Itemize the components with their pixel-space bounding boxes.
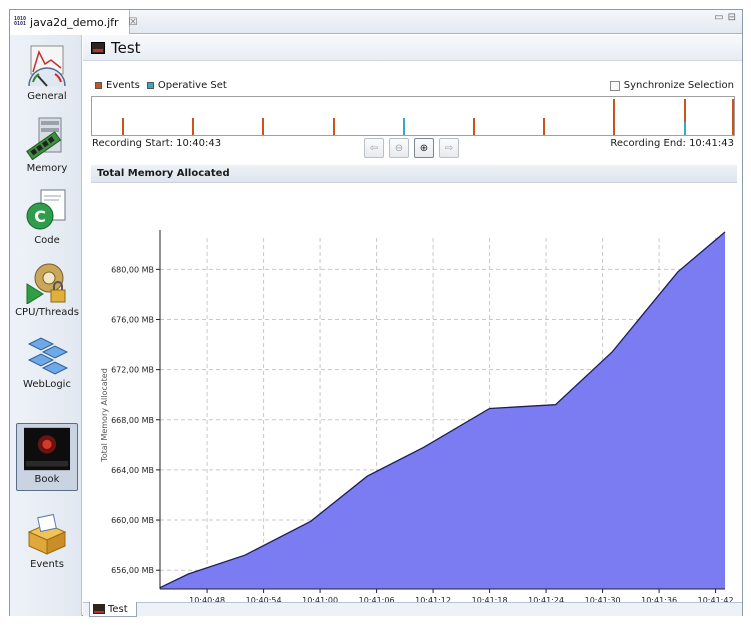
event-marker — [262, 117, 265, 135]
tab-test[interactable]: Test — [89, 602, 137, 617]
memory-area — [160, 232, 725, 589]
book-icon — [91, 41, 105, 54]
y-tick-label: 656,00 MB — [111, 566, 154, 575]
event-timeline[interactable] — [91, 96, 735, 136]
y-tick-label: 680,00 MB — [111, 265, 154, 274]
memory-module-icon — [24, 115, 70, 161]
sidebar-item-memory[interactable]: Memory — [16, 113, 78, 181]
binary-file-icon: 1010 0101 — [14, 16, 27, 27]
y-tick-label: 664,00 MB — [111, 466, 154, 475]
editor-tab-java2d-demo[interactable]: 1010 0101 java2d_demo.jfr ☒ — [10, 10, 138, 34]
x-axis-ticks: 10:40:48 10:40:54 10:41:00 10:41:06 10:41:12… — [189, 589, 734, 603]
zoom-out-button[interactable]: ⊖ — [389, 138, 409, 158]
sidebar-item-code[interactable]: C Code — [16, 185, 78, 253]
page-title: Test — [111, 38, 141, 57]
y-tick-label: 672,00 MB — [111, 366, 154, 375]
checkbox-icon[interactable] — [609, 80, 620, 91]
recording-start-label: Recording Start: 10:40:43 — [92, 138, 222, 149]
event-marker — [543, 117, 546, 135]
zoom-in-button[interactable]: ⊕ — [414, 138, 434, 158]
close-icon[interactable]: ☒ — [129, 17, 138, 28]
sidebar-item-label: CPU/Threads — [15, 307, 79, 318]
editor-tab-label: java2d_demo.jfr — [30, 15, 119, 29]
maximize-icon[interactable]: ⊟ — [728, 12, 736, 23]
event-marker — [192, 117, 195, 135]
svg-text:C: C — [34, 207, 46, 226]
sidebar-item-label: WebLogic — [23, 379, 71, 390]
sidebar-item-weblogic[interactable]: WebLogic — [16, 329, 78, 397]
book-cover-icon — [24, 426, 70, 472]
event-marker — [473, 117, 476, 135]
sidebar-item-label: General — [27, 91, 67, 102]
page-title-bar: Test — [83, 35, 742, 61]
sidebar-item-book[interactable]: Book — [16, 423, 78, 491]
cpu-gear-lock-icon — [24, 259, 70, 305]
tab-test-label: Test — [108, 603, 128, 615]
editor-window: 10100101 java2d_demo.jfr ☒ ▭ ⊟ General — [9, 9, 743, 617]
event-marker — [332, 117, 335, 135]
sidebar-item-general[interactable]: General — [16, 41, 78, 109]
y-tick-label: 660,00 MB — [111, 516, 154, 525]
code-class-icon: C — [24, 187, 70, 233]
sidebar-item-events[interactable]: Events — [16, 509, 78, 577]
window-controls: ▭ ⊟ — [714, 12, 736, 23]
timeline-legend: Events Operative Set — [95, 80, 227, 91]
main-content: Test Events Operative Set Synchronize Se… — [83, 35, 742, 617]
y-tick-label: 668,00 MB — [111, 416, 154, 425]
book-icon — [93, 604, 105, 614]
y-axis-label: Total Memory Allocated — [100, 368, 109, 463]
synchronize-selection-label: Synchronize Selection — [623, 80, 734, 91]
sidebar-item-label: Book — [34, 474, 60, 485]
recording-end-label: Recording End: 10:41:43 — [610, 138, 734, 149]
synchronize-selection-checkbox[interactable]: Synchronize Selection — [609, 80, 734, 91]
y-axis-ticks: 656,00 MB 660,00 MB 664,00 MB 668,00 MB 672,… — [111, 265, 160, 575]
operative-set-marker — [683, 121, 686, 135]
events-swatch-icon — [95, 82, 102, 89]
back-button[interactable]: ⇦ — [364, 138, 384, 158]
event-marker — [121, 117, 124, 135]
weblogic-cubes-icon — [24, 331, 70, 377]
operative-swatch-icon — [146, 82, 154, 89]
legend-operative-label: Operative Set — [157, 80, 227, 91]
bottom-tabbar: Test — [83, 602, 742, 617]
event-marker — [613, 98, 616, 135]
editor-tabbar: 1010 0101 java2d_demo.jfr ☒ ▭ ⊟ — [10, 10, 742, 34]
section-header: Total Memory Allocated — [91, 165, 737, 183]
event-marker — [732, 98, 734, 135]
zoom-toolbar: ⇦ ⊖ ⊕ ⇨ — [364, 138, 459, 158]
operative-set-marker — [402, 117, 405, 135]
memory-chart[interactable]: 656,00 MB 660,00 MB 664,00 MB 668,00 MB 672,… — [91, 185, 737, 603]
sidebar-item-cpu-threads[interactable]: CPU/Threads — [15, 257, 79, 325]
sidebar-item-label: Code — [34, 235, 60, 246]
sidebar-item-label: Memory — [26, 163, 68, 174]
sidebar: General Memory C Code CPU/Threads WebLog… — [10, 35, 82, 616]
sidebar-item-label: Events — [30, 559, 64, 570]
forward-button[interactable]: ⇨ — [439, 138, 459, 158]
legend-events-label: Events — [106, 80, 140, 91]
y-tick-label: 676,00 MB — [111, 315, 154, 324]
minimize-icon[interactable]: ▭ — [714, 12, 723, 23]
gauge-chart-icon — [24, 43, 70, 89]
events-box-icon — [24, 511, 70, 557]
